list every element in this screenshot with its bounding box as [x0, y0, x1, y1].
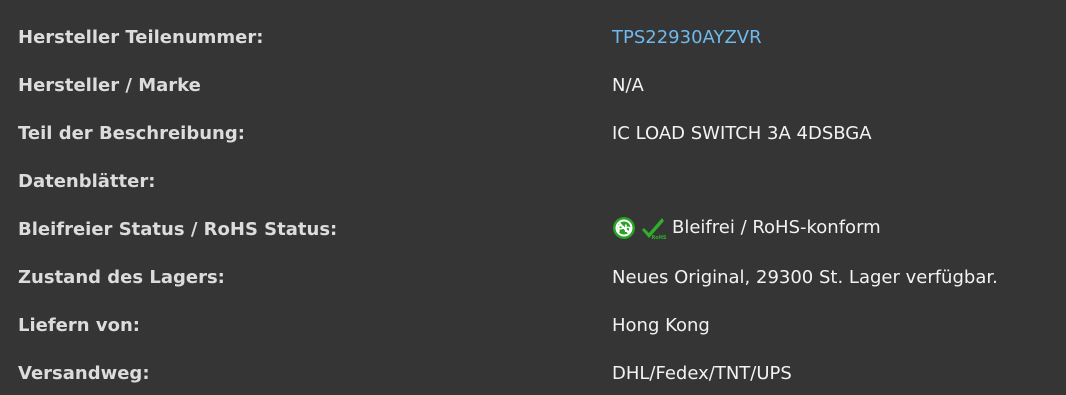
stock-label: Zustand des Lagers: [18, 267, 225, 288]
spec-row-shipping-method: Versandweg: DHL/Fedex/TNT/UPS [0, 353, 1066, 395]
part-number-link[interactable]: TPS22930AYZVR [612, 27, 762, 49]
rohs-check-icon: RoHS [642, 216, 666, 240]
spec-row-datasheets: Datenblätter: [0, 161, 1066, 203]
description-value: IC LOAD SWITCH 3A 4DSBGA [612, 123, 872, 144]
manufacturer-label: Hersteller / Marke [18, 75, 201, 96]
description-label: Teil der Beschreibung: [18, 123, 245, 144]
rohs-status-value: Bleifrei / RoHS-konform [672, 217, 881, 238]
manufacturer-value: N/A [612, 75, 644, 96]
stock-value: Neues Original, 29300 St. Lager verfügba… [612, 267, 998, 288]
product-spec-table: Hersteller Teilenummer: TPS22930AYZVR He… [0, 0, 1066, 384]
datasheets-label: Datenblätter: [18, 171, 156, 192]
part-number-label: Hersteller Teilenummer: [18, 27, 264, 48]
spec-row-ships-from: Liefern von: Hong Kong [0, 305, 1066, 347]
spec-row-rohs-status: Bleifreier Status / RoHS Status: Pb RoHS… [0, 209, 1066, 251]
spec-row-manufacturer: Hersteller / Marke N/A [0, 65, 1066, 107]
spec-row-part-number: Hersteller Teilenummer: TPS22930AYZVR [0, 17, 1066, 59]
rohs-status-label: Bleifreier Status / RoHS Status: [18, 219, 338, 240]
ships-from-value: Hong Kong [612, 315, 710, 336]
lead-free-icon: Pb [612, 216, 636, 240]
svg-text:RoHS: RoHS [651, 235, 666, 240]
spec-row-stock: Zustand des Lagers: Neues Original, 2930… [0, 257, 1066, 299]
ships-from-label: Liefern von: [18, 315, 140, 336]
rohs-status-value-group: Pb RoHS Bleifrei / RoHS-konform [612, 216, 881, 240]
spec-row-description: Teil der Beschreibung: IC LOAD SWITCH 3A… [0, 113, 1066, 155]
